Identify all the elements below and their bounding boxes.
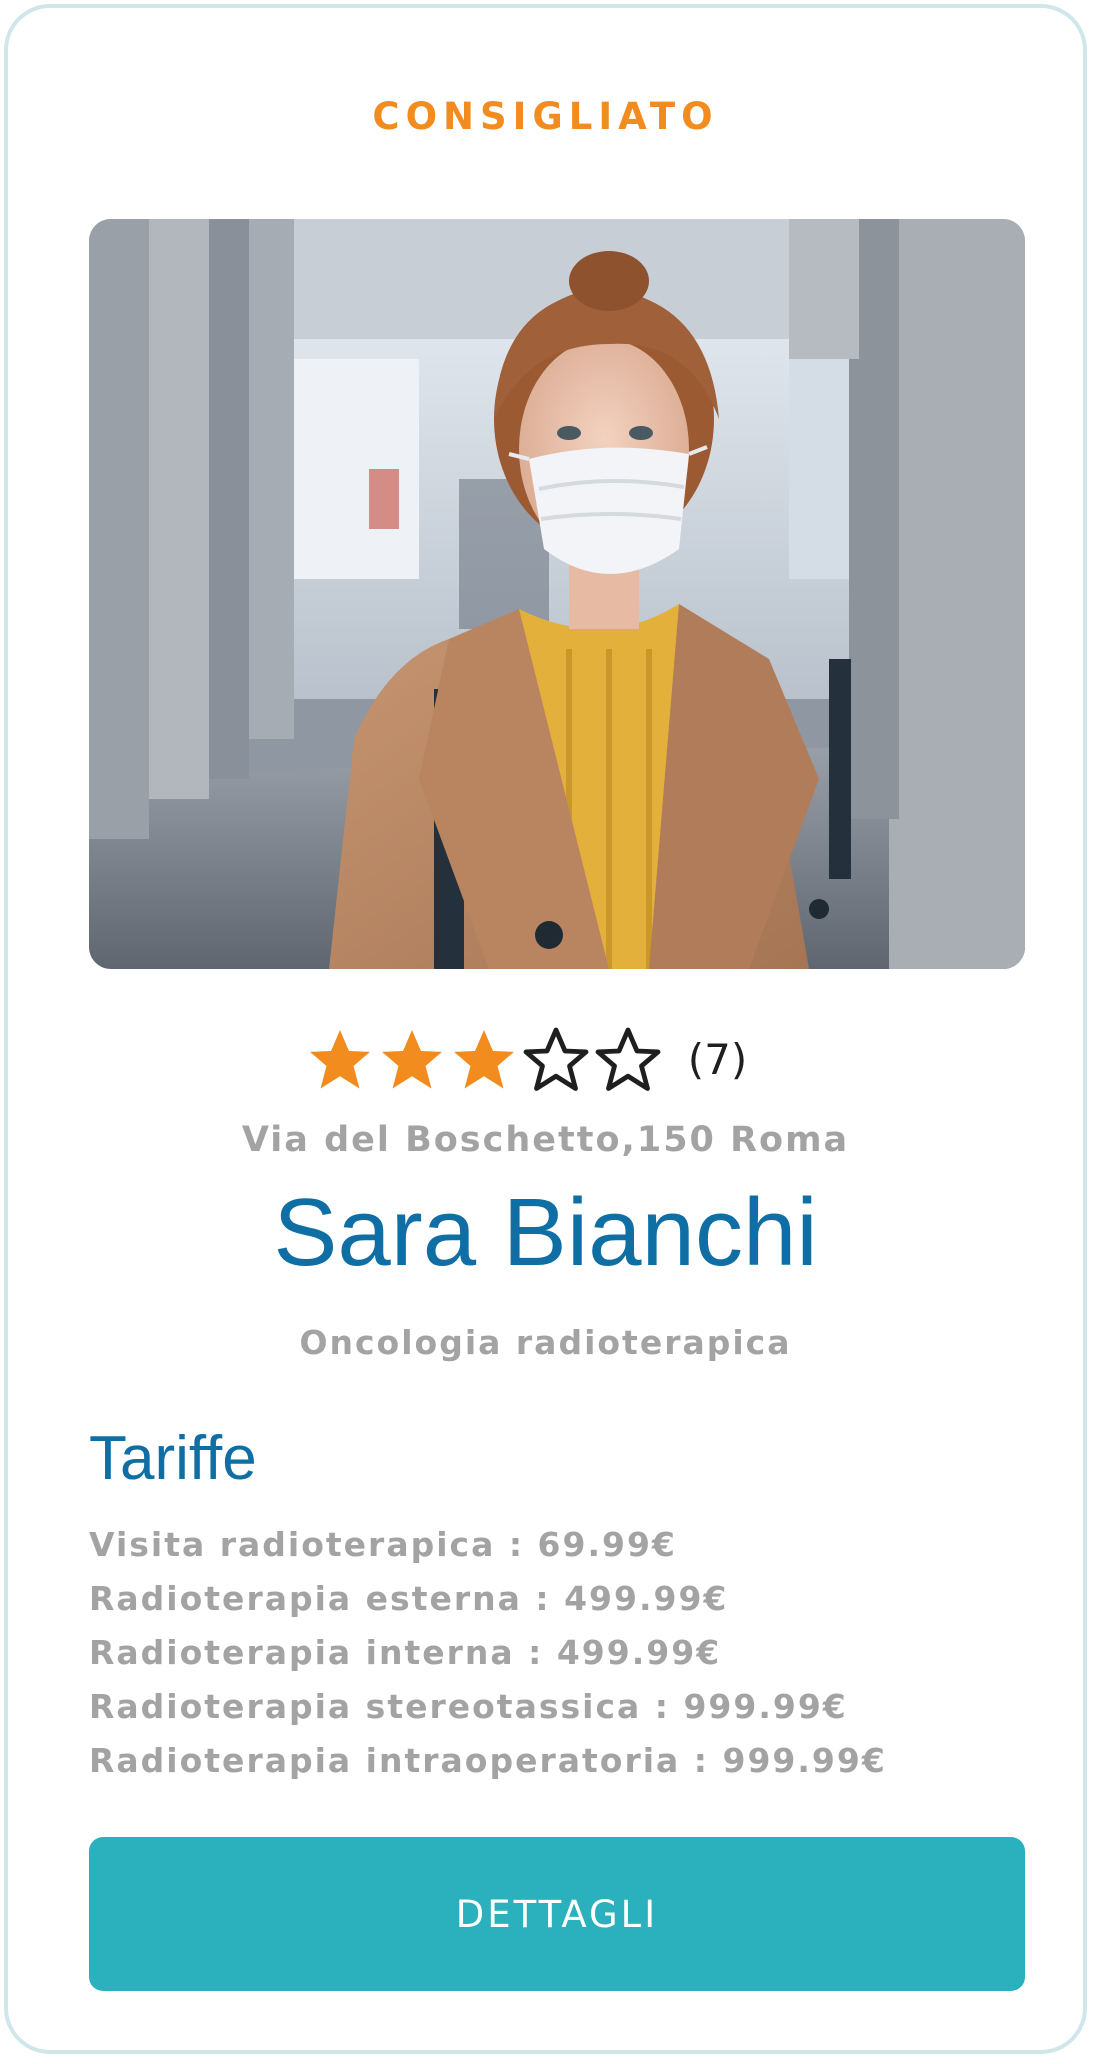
price-item: Radioterapia esterna : 499.99€ [89,1579,729,1618]
star-outline-icon [523,1027,589,1091]
doctor-card: CONSIGLIATO (7) Via del Boschetto,150 Ro… [4,4,1087,2054]
star-icon [453,1030,514,1089]
price-item: Radioterapia interna : 499.99€ [89,1633,722,1672]
star-outline-icon [595,1027,661,1091]
price-item: Radioterapia stereotassica : 999.99€ [89,1687,848,1726]
recommended-badge: CONSIGLIATO [372,95,719,138]
address: Via del Boschetto,150 Roma [241,1120,850,1160]
rating: (7) [8,1024,1083,1096]
price-item: Radioterapia intraoperatoria : 999.99€ [89,1741,887,1780]
star-icon [381,1030,442,1089]
doctor-specialty: Oncologia radioterapica [299,1323,792,1362]
star-icon [309,1030,370,1089]
price-list: Visita radioterapica : 69.99€ Radioterap… [89,1518,887,1788]
doctor-name: Sara Bianchi [273,1179,818,1286]
review-count: (7) [687,1035,748,1084]
details-button[interactable]: DETTAGLI [89,1837,1025,1991]
doctor-photo [89,219,1025,969]
tariffe-title: Tariffe [89,1424,257,1493]
price-item: Visita radioterapica : 69.99€ [89,1525,677,1564]
